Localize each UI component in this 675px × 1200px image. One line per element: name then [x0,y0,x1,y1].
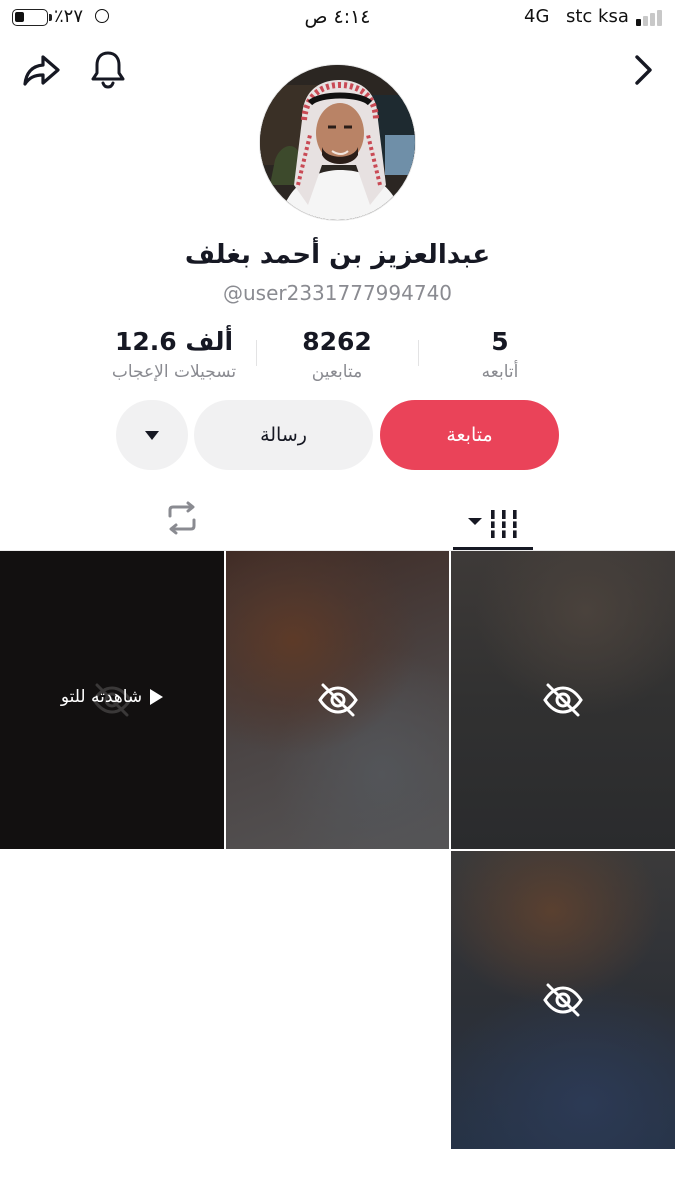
video-tile[interactable] [451,851,675,1149]
video-tile[interactable] [226,551,449,849]
following-count: 5 [491,327,509,356]
likes-count: 12.6 ألف [114,327,234,356]
following-label: أتابعه [481,362,519,382]
caret-down-icon [145,430,159,440]
followers-count: 8262 [302,327,372,356]
likes-label: تسجيلات الإعجاب [111,362,237,382]
stat-likes[interactable]: 12.6 ألف تسجيلات الإعجاب [84,326,264,382]
eye-slash-icon [543,683,583,717]
follow-button[interactable]: متابعة [380,400,559,470]
video-tile[interactable] [451,551,675,849]
carrier-name: stc ksa [566,6,629,27]
watched-badge: شاهدته للتو [0,687,224,707]
network-type: 4G [524,6,550,27]
eye-slash-icon [543,983,583,1017]
stat-followers[interactable]: 8262 متابعين [247,326,427,382]
stat-following[interactable]: 5 أتابعه [410,326,590,382]
play-icon [150,689,164,705]
bell-icon[interactable] [88,48,128,90]
message-button[interactable]: رسالة [194,400,373,470]
followers-label: متابعين [311,362,363,382]
chevron-right-icon[interactable] [628,52,658,88]
avatar[interactable] [259,64,416,221]
tab-videos[interactable] [453,496,533,550]
grid-columns-icon [468,510,519,538]
signal-icon [636,10,668,26]
tab-reposts[interactable] [164,500,200,536]
watched-label: شاهدته للتو [60,687,143,707]
repost-icon [168,501,196,535]
more-button[interactable] [116,400,188,470]
eye-slash-icon [317,683,358,717]
video-tile[interactable]: شاهدته للتو [0,551,224,849]
display-name: عبدالعزيز بن أحمد بغلف [184,240,491,270]
status-bar: ٪٢٧ ٤:١٤ ص 4G stc ksa [0,0,675,36]
username: @user2331777994740 [222,281,453,305]
share-icon[interactable] [22,50,62,90]
